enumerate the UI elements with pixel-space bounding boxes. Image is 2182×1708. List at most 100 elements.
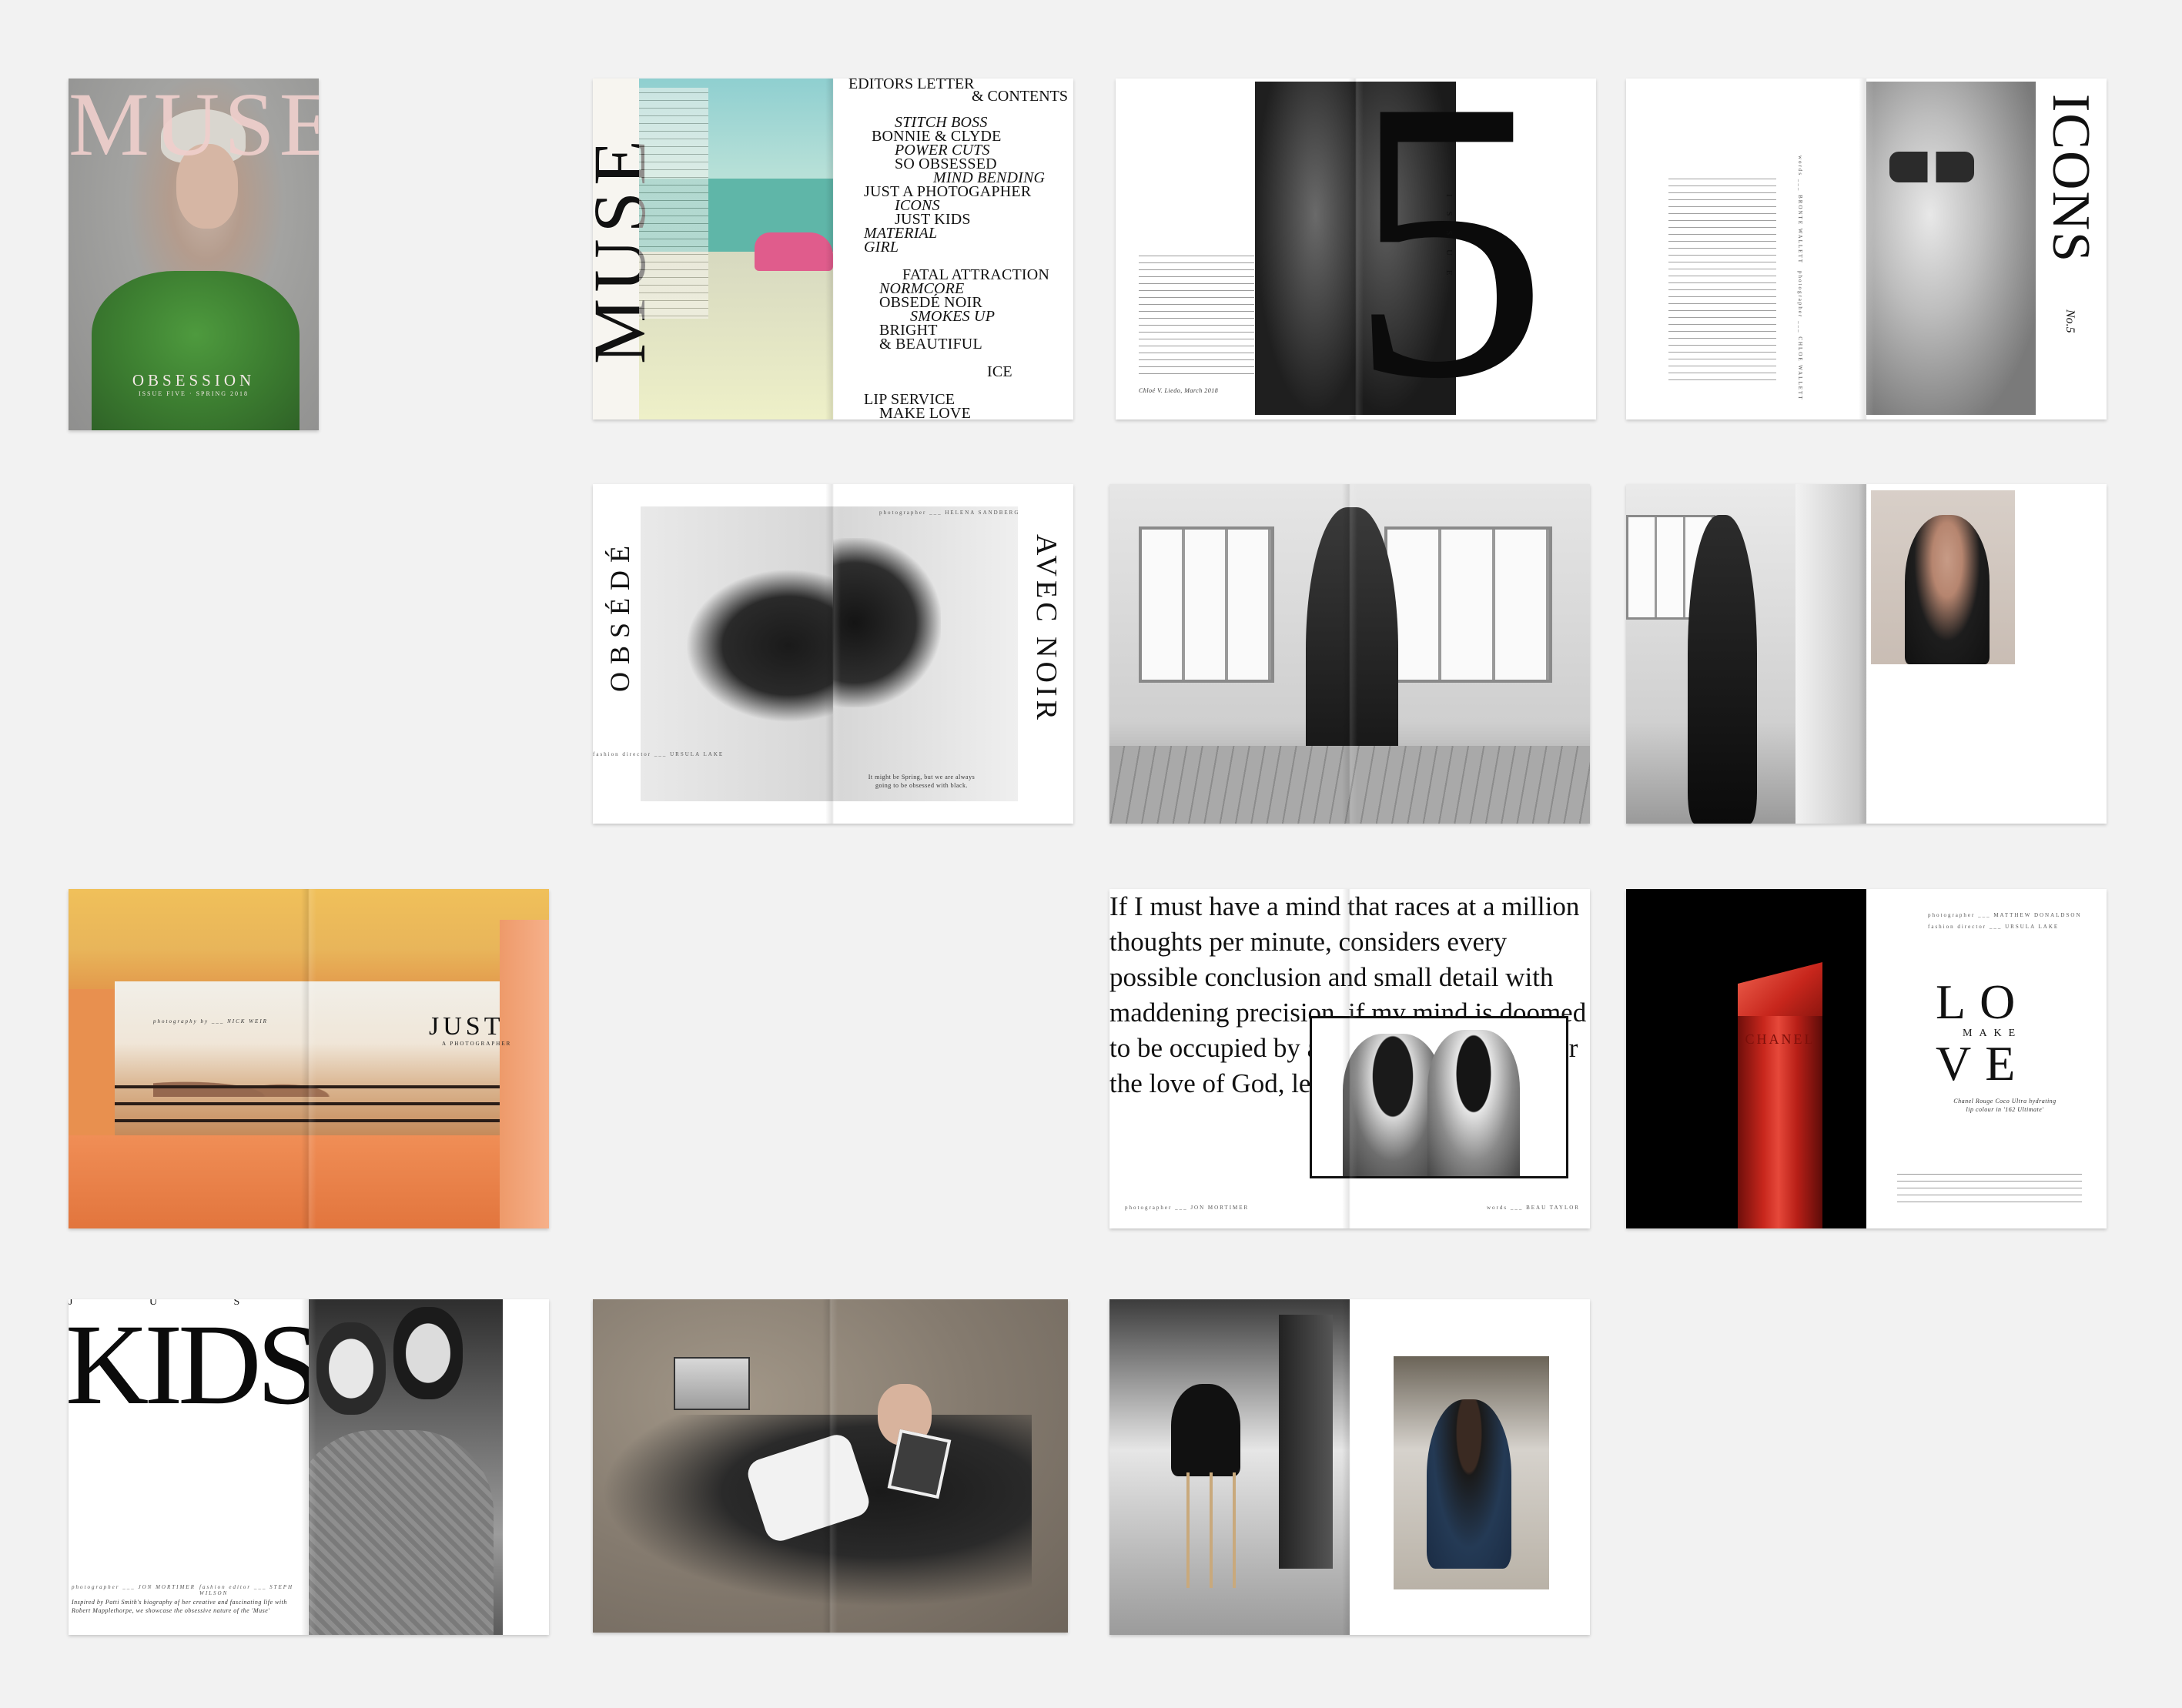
love-credit-fashion: fashion director ___ URSULA LAKE — [1928, 924, 2060, 930]
mind-gutter — [1342, 889, 1357, 1228]
just-kids-spread[interactable]: J U S T KIDS photographer ___ JON MORTIM… — [69, 1299, 549, 1635]
issue-five-spread[interactable]: Chloé V. Liedo, March 2018 5 I S S U E — [1116, 79, 1596, 419]
kids-credit-fashion: fashion editor ___ STEPH WILSON — [199, 1584, 294, 1596]
mind-credit-photo: photographer ___ JON MORTIMER — [1125, 1205, 1250, 1211]
mind-credit-words: words ___ BEAU TAYLOR — [1487, 1205, 1580, 1211]
kids-left-page: J U S T KIDS photographer ___ JON MORTIM… — [69, 1299, 309, 1635]
obsede-credit-photo: photographer ___ HELENA SANDBERG — [879, 510, 1020, 516]
issue-gutter — [1348, 79, 1364, 419]
just-gutter — [301, 889, 316, 1228]
stool-gutter — [1342, 1299, 1357, 1635]
backless-model-figure — [1688, 515, 1757, 824]
just-title: JUST — [429, 1012, 504, 1041]
contents-spread[interactable]: MUSE EDITORS LETTER & CONTENTS STITCH BO… — [593, 79, 1073, 419]
contents-item[interactable]: & BEAUTIFUL — [848, 336, 1073, 352]
just-photographer-spread[interactable]: JUST A PHOTOGRAPHER photography by ___ N… — [69, 889, 549, 1228]
stool-legs — [1186, 1472, 1240, 1588]
kids-face-left — [316, 1322, 386, 1415]
lipstick-tip — [1738, 962, 1822, 1016]
loft-spread[interactable] — [1109, 484, 1590, 824]
icons-gutter — [1859, 79, 1874, 419]
cover-magazine[interactable]: MUSE OBSESSION ISSUE FIVE · SPRING 2018 — [69, 79, 319, 430]
contents-pink-car — [755, 232, 833, 271]
lipstick-brand: CHANEL — [1745, 1031, 1816, 1047]
icons-portrait-photo — [1866, 82, 2036, 415]
icons-credit-words: words ___ BRONTE WALLETT — [1797, 155, 1803, 264]
cover-masthead: MUSE — [69, 79, 319, 175]
kids-gutter — [301, 1299, 316, 1635]
obsede-figure-right — [833, 538, 941, 707]
kids-title: KIDS — [69, 1301, 309, 1429]
obsede-right-page: photographer ___ HELENA SANDBERG AVEC NO… — [833, 484, 1073, 824]
love-left-page: CHANEL — [1626, 889, 1866, 1228]
just-subtitle: A PHOTOGRAPHER — [442, 1041, 512, 1047]
contents-item[interactable]: GIRL — [848, 239, 1073, 255]
love-caption: Chanel Rouge Coco Ultra hydrating lip co… — [1953, 1098, 2057, 1113]
backless-gutter — [1859, 484, 1874, 824]
icons-article-text — [1668, 175, 1776, 383]
issue-right-page: 5 I S S U E — [1356, 79, 1596, 419]
desert-right-wall — [500, 920, 549, 1228]
love-word-top: LO — [1936, 974, 2030, 1029]
contents-list: STITCH BOSS BONNIE & CLYDE POWER CUTS SO OB… — [848, 115, 1073, 419]
obsede-left-word: OBSÉDÉ — [604, 538, 635, 693]
contents-staff-list — [639, 88, 708, 319]
icons-sunglasses — [1889, 152, 1974, 182]
issue-bw-photo — [1255, 82, 1356, 415]
cover-title: OBSESSION — [132, 371, 256, 389]
polaroid-gutter — [822, 1299, 838, 1633]
backless-spread[interactable] — [1626, 484, 2107, 824]
contents-item[interactable]: MAKE LOVE — [848, 406, 1073, 419]
stool-model — [1171, 1384, 1240, 1476]
obsede-gutter — [825, 484, 841, 824]
loft-window-right — [1384, 526, 1552, 683]
kids-credit-photo: photographer ___ JON MORTIMER — [72, 1584, 196, 1590]
cover-dress-shape — [92, 271, 300, 430]
icons-title: ICONS — [2041, 94, 2100, 264]
kids-jacket — [309, 1430, 494, 1635]
make-love-spread[interactable]: CHANEL photographer ___ MATTHEW DONALDSO… — [1626, 889, 2107, 1228]
mind-couple-right — [1427, 1030, 1520, 1176]
polaroid-spread[interactable] — [593, 1299, 1068, 1633]
icons-credit-photo: photographer ___ CHLOE WALLETT — [1797, 271, 1803, 401]
issue-letter-text — [1139, 252, 1254, 375]
icons-right-page: ICONS No.5 — [1866, 79, 2107, 419]
backless-left-page — [1626, 484, 1866, 824]
love-body-text — [1897, 1170, 2082, 1202]
contents-editors-letter: EDITORS LETTER — [848, 79, 975, 92]
love-right-page: photographer ___ MATTHEW DONALDSON fashi… — [1866, 889, 2107, 1228]
stool-left-page — [1109, 1299, 1350, 1635]
studio-panel — [1279, 1315, 1333, 1569]
issue-left-page: Chloé V. Liedo, March 2018 — [1116, 79, 1356, 419]
contents-left-page: MUSE — [593, 79, 833, 419]
issue-word: I S S U E — [1444, 194, 1454, 282]
cover-issue-line: ISSUE FIVE · SPRING 2018 — [138, 390, 249, 397]
just-credit: photography by ___ NICK WEIR — [153, 1018, 268, 1024]
backless-wall — [1795, 484, 1866, 824]
mind-spread[interactable]: If I must have a mind that races at a mi… — [1109, 889, 1590, 1228]
contents-item[interactable] — [848, 351, 1073, 365]
stool-right-page — [1350, 1299, 1590, 1635]
icons-number: No.5 — [2063, 309, 2077, 333]
obsede-spread[interactable]: OBSÉDÉ fashion director ___ URSULA LAKE … — [593, 484, 1073, 824]
backless-back-figure — [1905, 515, 1990, 664]
contents-item[interactable]: JUST A PHOTOGAPHER — [848, 184, 1073, 199]
love-word-bottom: VE — [1936, 1036, 2030, 1091]
contents-gutter — [825, 79, 841, 419]
contents-item[interactable]: ICE — [848, 364, 1073, 379]
crouch-figure — [1427, 1399, 1511, 1569]
icons-spread[interactable]: words ___ BRONTE WALLETT photographer __… — [1626, 79, 2107, 419]
obsede-figure-left — [685, 569, 833, 723]
obsede-caption: It might be Spring, but we are always go… — [868, 774, 976, 789]
love-credit-photo: photographer ___ MATTHEW DONALDSON — [1928, 912, 2082, 918]
issue-signature: Chloé V. Liedo, March 2018 — [1139, 387, 1219, 394]
obsede-right-word: AVEC NOIR — [1030, 534, 1063, 724]
polaroid-camera — [674, 1357, 750, 1410]
obsede-left-page: OBSÉDÉ fashion director ___ URSULA LAKE — [593, 484, 833, 824]
stool-spread[interactable] — [1109, 1299, 1590, 1635]
kids-face-right — [393, 1307, 463, 1399]
love-gutter — [1859, 889, 1874, 1228]
loft-gutter — [1342, 484, 1357, 824]
obsede-credit-fashion: fashion director ___ URSULA LAKE — [593, 751, 725, 757]
backless-right-page — [1866, 484, 2107, 824]
